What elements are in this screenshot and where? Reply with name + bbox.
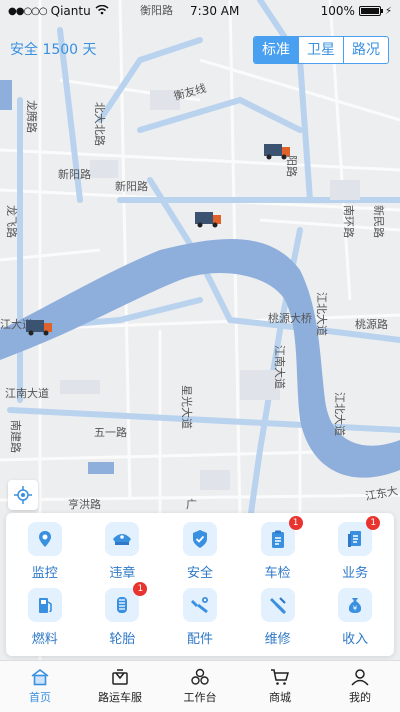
document-icon: 1 bbox=[338, 516, 381, 557]
svg-text:¥: ¥ bbox=[353, 604, 358, 612]
home-icon bbox=[31, 669, 49, 686]
tab-label: 我的 bbox=[349, 691, 371, 704]
notification-badge: 1 bbox=[366, 516, 381, 531]
feature-inspection[interactable]: 1 车检 bbox=[239, 516, 317, 585]
layer-traffic-button[interactable]: 路况 bbox=[343, 37, 388, 63]
locate-button[interactable] bbox=[8, 480, 38, 510]
charging-icon: ⚡ bbox=[384, 5, 392, 17]
money-bag-icon: ¥ bbox=[338, 587, 373, 622]
feature-label: 业务 bbox=[342, 566, 369, 582]
repair-tool-icon bbox=[260, 587, 295, 622]
bottom-tab-bar: 首页 路运车服 工作台 商城 我的 bbox=[0, 660, 400, 712]
safe-days-counter: 安全 1500 天 bbox=[10, 42, 97, 58]
map-label: 新民路 bbox=[372, 205, 386, 238]
wifi-icon bbox=[95, 4, 109, 18]
map-label: 桃源大桥 bbox=[268, 311, 312, 325]
tab-label: 商城 bbox=[269, 691, 291, 704]
map-label: 南环路 bbox=[342, 205, 355, 238]
feature-label: 收入 bbox=[342, 631, 369, 647]
map-label: 星光大道 bbox=[180, 385, 194, 429]
map-label: 新阳路 bbox=[58, 167, 91, 181]
feature-label: 燃料 bbox=[31, 631, 58, 647]
map-label: 江北大道 bbox=[315, 292, 329, 336]
location-pin-icon bbox=[27, 522, 62, 557]
signal-icon: ●●○○○ bbox=[8, 5, 48, 17]
battery-icon bbox=[358, 6, 383, 16]
feature-violation[interactable]: 违章 bbox=[84, 519, 162, 585]
tab-workbench[interactable]: 工作台 bbox=[160, 661, 240, 712]
workbench-icon bbox=[191, 668, 209, 685]
wrench-bolt-icon bbox=[182, 587, 217, 622]
feature-label: 车检 bbox=[264, 566, 291, 582]
carrier-name: Qiantu bbox=[50, 4, 91, 18]
map-label: 亨洪路 bbox=[68, 497, 101, 511]
feature-repair[interactable]: 维修 bbox=[239, 585, 317, 651]
tab-home[interactable]: 首页 bbox=[0, 661, 80, 712]
user-icon bbox=[351, 669, 369, 686]
feature-label: 维修 bbox=[264, 631, 291, 647]
feature-monitor[interactable]: 监控 bbox=[6, 519, 84, 585]
feature-label: 轮胎 bbox=[109, 631, 136, 647]
police-cap-icon bbox=[105, 522, 140, 557]
map-label: 广 bbox=[186, 498, 197, 511]
cart-icon bbox=[271, 669, 289, 685]
feature-grid: 监控 违章 安全 1 车检 1 业务 燃料 1 轮胎 配件 维修 ¥ 收入 bbox=[6, 513, 394, 656]
map-label: 新阳路 bbox=[115, 179, 148, 193]
truck-service-icon bbox=[112, 669, 128, 685]
notification-badge: 1 bbox=[288, 516, 303, 531]
map-label: 阳路 bbox=[285, 155, 298, 177]
tire-icon: 1 bbox=[105, 581, 148, 622]
map-label: 江南大道 bbox=[273, 345, 287, 389]
tab-label: 路运车服 bbox=[98, 691, 142, 704]
feature-fuel[interactable]: 燃料 bbox=[6, 585, 84, 651]
feature-income[interactable]: ¥ 收入 bbox=[316, 585, 394, 651]
map-label: 南建路 bbox=[9, 420, 23, 453]
layer-satellite-button[interactable]: 卫星 bbox=[298, 37, 343, 63]
feature-tire[interactable]: 1 轮胎 bbox=[84, 581, 162, 651]
map-label: 龙腾路 bbox=[25, 100, 39, 133]
map-layer-toggle: 标准 卫星 路况 bbox=[253, 36, 389, 64]
tab-label: 首页 bbox=[29, 691, 51, 704]
crosshair-icon bbox=[14, 486, 32, 504]
battery-percent: 100% bbox=[320, 4, 355, 18]
map-label: 桃源路 bbox=[355, 317, 388, 331]
map-label: 北大北路 bbox=[93, 102, 107, 146]
map-label: 江南大道 bbox=[5, 386, 49, 400]
map-label: 龙飞路 bbox=[5, 205, 18, 238]
tab-profile[interactable]: 我的 bbox=[320, 661, 400, 712]
tab-label: 工作台 bbox=[183, 691, 217, 704]
map-label: 江北大道 bbox=[333, 392, 347, 436]
status-bar: ●●○○○ Qiantu 7:30 AM 100% ⚡ bbox=[0, 0, 400, 22]
notification-badge: 1 bbox=[133, 581, 148, 596]
feature-label: 配件 bbox=[186, 631, 213, 647]
shield-check-icon bbox=[182, 522, 217, 557]
tab-mall[interactable]: 商城 bbox=[240, 661, 320, 712]
map-label: 五一路 bbox=[94, 426, 127, 439]
feature-label: 违章 bbox=[109, 566, 136, 582]
feature-label: 安全 bbox=[186, 566, 213, 582]
layer-standard-button[interactable]: 标准 bbox=[254, 37, 298, 63]
feature-safety[interactable]: 安全 bbox=[161, 519, 239, 585]
status-time: 7:30 AM bbox=[190, 4, 240, 18]
tab-truck-service[interactable]: 路运车服 bbox=[80, 661, 160, 712]
clipboard-icon: 1 bbox=[260, 516, 303, 557]
feature-label: 监控 bbox=[31, 566, 58, 582]
feature-business[interactable]: 1 业务 bbox=[316, 516, 394, 585]
fuel-pump-icon bbox=[27, 587, 62, 622]
feature-parts[interactable]: 配件 bbox=[161, 585, 239, 651]
